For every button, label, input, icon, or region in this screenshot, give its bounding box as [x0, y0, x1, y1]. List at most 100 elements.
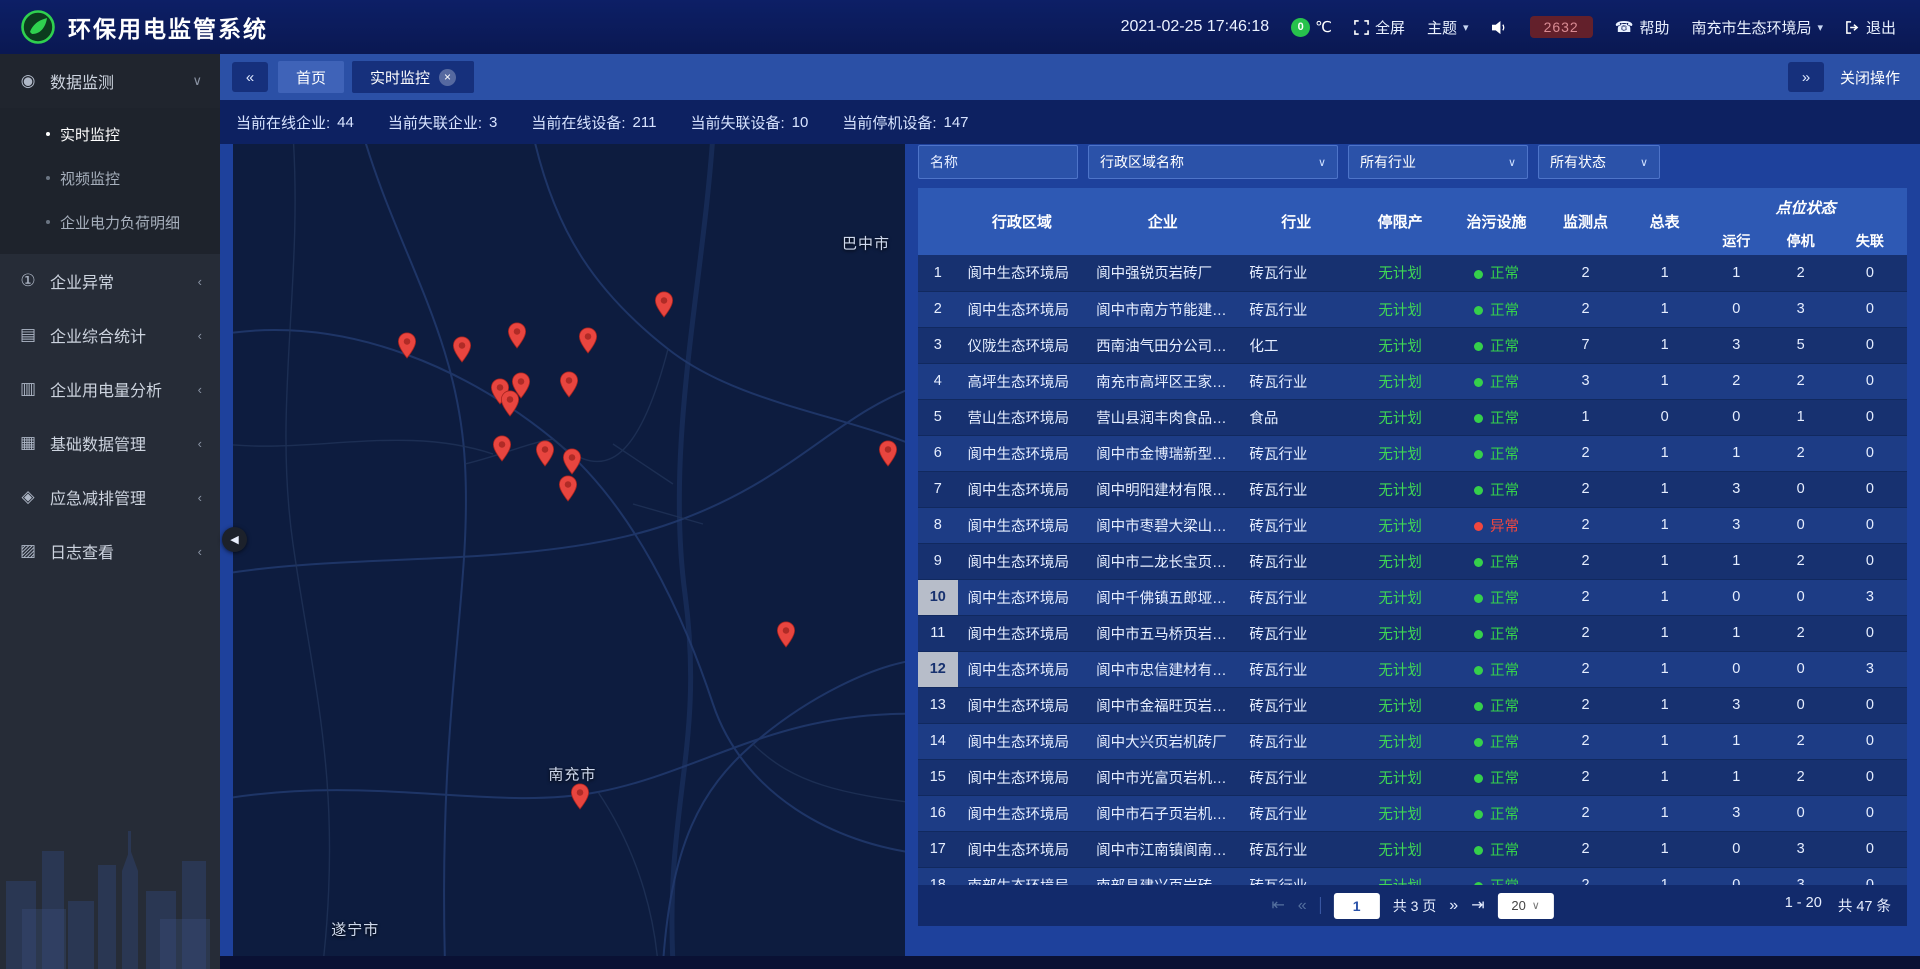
- map-pin-icon[interactable]: [878, 440, 898, 467]
- col-facility[interactable]: 治污设施: [1447, 188, 1546, 255]
- log-view-icon: ▨: [18, 541, 38, 561]
- cell-region: 南部生态环境局: [958, 867, 1087, 885]
- chevron-left-icon: ‹: [198, 490, 202, 505]
- table-row[interactable]: 4高坪生态环境局南充市高坪区王家店建砖瓦行业无计划正常31220: [918, 363, 1907, 399]
- map-panel[interactable]: 巴中市南充市遂宁市: [233, 144, 905, 956]
- close-operations-button[interactable]: 关闭操作: [1840, 67, 1900, 88]
- table-row[interactable]: 3仪陇生态环境局西南油气田分公司川中化工无计划正常71350: [918, 327, 1907, 363]
- production-status: 无计划: [1378, 339, 1422, 355]
- map-pin-icon[interactable]: [500, 390, 520, 417]
- tabs-scroll-right-button[interactable]: »: [1788, 62, 1824, 92]
- map-pin-icon[interactable]: [507, 322, 527, 349]
- prev-page-button[interactable]: «: [1298, 898, 1307, 914]
- sidebar-item-数据监测[interactable]: ◉数据监测∨: [0, 54, 220, 108]
- sidebar-subitem-企业电力负荷明细[interactable]: 企业电力负荷明细: [0, 200, 220, 244]
- col-production[interactable]: 停限产: [1353, 188, 1447, 255]
- sidebar-item-企业综合统计[interactable]: ▤企业综合统计‹: [0, 308, 220, 362]
- stats-bar: 当前在线企业:44当前失联企业:3当前在线设备:211当前失联设备:10当前停机…: [220, 100, 1920, 144]
- row-index: 4: [918, 363, 958, 399]
- tab-实时监控[interactable]: 实时监控×: [352, 61, 474, 93]
- cell-company: 阆中大兴页岩机砖厂: [1086, 723, 1239, 759]
- cell-lost-count: 0: [1833, 795, 1907, 831]
- sidebar-subitem-实时监控[interactable]: 实时监控: [0, 112, 220, 156]
- col-run[interactable]: 运行: [1704, 226, 1768, 255]
- sidebar-item-日志查看[interactable]: ▨日志查看‹: [0, 524, 220, 578]
- table-row[interactable]: 18南部生态环境局南部县建兴页岩砖有限砖瓦行业无计划正常21030: [918, 867, 1907, 885]
- filter-bar: 行政区域名称 ∨ 所有行业 ∨ 所有状态 ∨: [918, 145, 1907, 179]
- table-row[interactable]: 14阆中生态环境局阆中大兴页岩机砖厂砖瓦行业无计划正常21120: [918, 723, 1907, 759]
- map-pin-icon[interactable]: [492, 436, 512, 463]
- map-pin-icon[interactable]: [578, 328, 598, 355]
- table-row[interactable]: 9阆中生态环境局阆中市二龙长宝页岩砖砖瓦行业无计划正常21120: [918, 543, 1907, 579]
- map-pin-icon[interactable]: [570, 783, 590, 810]
- sidebar-item-基础数据管理[interactable]: ▦基础数据管理‹: [0, 416, 220, 470]
- production-status: 无计划: [1378, 555, 1422, 571]
- map-pin-icon[interactable]: [562, 448, 582, 475]
- table-row[interactable]: 2阆中生态环境局阆中市南方节能建材有砖瓦行业无计划正常21030: [918, 291, 1907, 327]
- col-lost[interactable]: 失联: [1833, 226, 1907, 255]
- map-pin-icon[interactable]: [776, 621, 796, 648]
- map-pin-icon[interactable]: [535, 440, 555, 467]
- cell-region: 阆中生态环境局: [958, 759, 1087, 795]
- pagination-controls: ⇤ « 共 3 页 » ⇥ 20 ∨: [1271, 893, 1553, 919]
- col-meter[interactable]: 总表: [1625, 188, 1704, 255]
- sidebar-item-label: 企业用电量分析: [50, 377, 162, 401]
- table-row[interactable]: 11阆中生态环境局阆中市五马桥页岩机砖砖瓦行业无计划正常21120: [918, 615, 1907, 651]
- help-button[interactable]: ☎ 帮助: [1615, 17, 1670, 38]
- sidebar-subitem-视频监控[interactable]: 视频监控: [0, 156, 220, 200]
- table-row[interactable]: 16阆中生态环境局阆中市石子页岩机砖厂砖瓦行业无计划正常21300: [918, 795, 1907, 831]
- cell-region: 阆中生态环境局: [958, 831, 1087, 867]
- org-dropdown[interactable]: 南充市生态环境局 ▾: [1691, 17, 1823, 38]
- map-pin-icon[interactable]: [558, 475, 578, 502]
- sidebar-section: ◉数据监测∨实时监控视频监控企业电力负荷明细: [0, 54, 220, 254]
- stat-item: 当前停机设备:147: [842, 112, 968, 133]
- map-pin-icon[interactable]: [397, 332, 417, 359]
- col-monitor[interactable]: 监测点: [1546, 188, 1625, 255]
- row-index: 3: [918, 327, 958, 363]
- fullscreen-button[interactable]: 全屏: [1354, 17, 1405, 38]
- tab-close-icon[interactable]: ×: [439, 69, 456, 86]
- sidebar-collapse-handle[interactable]: ◀: [222, 527, 247, 552]
- sidebar-item-应急减排管理[interactable]: ◈应急减排管理‹: [0, 470, 220, 524]
- map-pin-icon[interactable]: [654, 291, 674, 318]
- table-row[interactable]: 10阆中生态环境局阆中千佛镇五郎垭页岩砖瓦行业无计划正常21003: [918, 579, 1907, 615]
- col-stop[interactable]: 停机: [1768, 226, 1832, 255]
- first-page-button[interactable]: ⇤: [1271, 898, 1284, 914]
- page-size-select[interactable]: 20 ∨: [1498, 893, 1554, 919]
- col-industry[interactable]: 行业: [1239, 188, 1353, 255]
- map-pin-icon[interactable]: [452, 337, 472, 364]
- industry-filter-select[interactable]: 所有行业 ∨: [1348, 145, 1528, 179]
- last-page-button[interactable]: ⇥: [1471, 898, 1484, 914]
- facility-status-label: 正常: [1490, 843, 1519, 859]
- theme-dropdown[interactable]: 主题 ▾: [1427, 17, 1469, 38]
- table-row[interactable]: 13阆中生态环境局阆中市金福旺页岩机砖砖瓦行业无计划正常21300: [918, 687, 1907, 723]
- table-row[interactable]: 15阆中生态环境局阆中市光富页岩机砖厂砖瓦行业无计划正常21120: [918, 759, 1907, 795]
- tab-首页[interactable]: 首页: [278, 61, 344, 93]
- cell-monitor-count: 2: [1546, 759, 1625, 795]
- fullscreen-icon: [1354, 20, 1369, 35]
- col-region[interactable]: 行政区域: [958, 188, 1087, 255]
- tabs-scroll-left-button[interactable]: «: [232, 62, 268, 92]
- status-filter-select[interactable]: 所有状态 ∨: [1538, 145, 1660, 179]
- speaker-button[interactable]: [1491, 20, 1508, 35]
- logout-button[interactable]: 退出: [1845, 17, 1896, 38]
- table-row[interactable]: 1阆中生态环境局阆中强锐页岩砖厂砖瓦行业无计划正常21120: [918, 255, 1907, 291]
- table-row[interactable]: 8阆中生态环境局阆中市枣碧大梁山页岩砖瓦行业无计划异常21300: [918, 507, 1907, 543]
- map-pin-icon[interactable]: [559, 371, 579, 398]
- sidebar-item-企业异常[interactable]: ①企业异常‹: [0, 254, 220, 308]
- table-row[interactable]: 7阆中生态环境局阆中明阳建材有限公司砖瓦行业无计划正常21300: [918, 471, 1907, 507]
- region-filter-select[interactable]: 行政区域名称 ∨: [1088, 145, 1338, 179]
- table-row[interactable]: 6阆中生态环境局阆中市金博瑞新型墙材砖瓦行业无计划正常21120: [918, 435, 1907, 471]
- name-filter-input[interactable]: [918, 145, 1078, 179]
- sidebar-item-企业用电量分析[interactable]: ▥企业用电量分析‹: [0, 362, 220, 416]
- status-dot-icon: [1474, 738, 1483, 747]
- cell-lost-count: 0: [1833, 363, 1907, 399]
- page-number-input[interactable]: [1334, 893, 1380, 919]
- next-page-button[interactable]: »: [1449, 898, 1458, 914]
- table-row[interactable]: 17阆中生态环境局阆中市江南镇阆南页岩砖瓦行业无计划正常21030: [918, 831, 1907, 867]
- table-row[interactable]: 5营山生态环境局营山县润丰肉食品有限食品无计划正常10010: [918, 399, 1907, 435]
- alert-count-badge[interactable]: 2632: [1530, 16, 1593, 38]
- cell-company: 南部县建兴页岩砖有限: [1086, 867, 1239, 885]
- col-company[interactable]: 企业: [1086, 188, 1239, 255]
- table-row[interactable]: 12阆中生态环境局阆中市忠信建材有限公砖瓦行业无计划正常21003: [918, 651, 1907, 687]
